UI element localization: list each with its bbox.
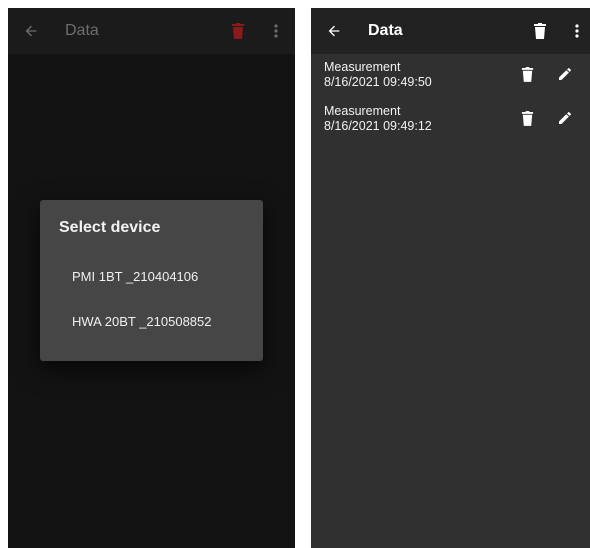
select-device-dialog: Select device PMI 1BT _210404106 HWA 20B… [40,200,263,361]
measurement-name: Measurement [324,104,401,118]
pencil-icon[interactable] [555,98,575,138]
measurement-list-item[interactable]: Measurement 8/16/2021 09:49:50 [311,54,590,100]
measurement-timestamp: 8/16/2021 09:49:12 [324,119,432,133]
device-select-screen: Data Select device PMI 1BT _210404106 HW… [8,8,295,548]
page-title: Data [65,22,99,39]
back-arrow-icon[interactable] [321,8,347,54]
data-list-screen: Data Measurement 8/16/2021 09:49:50 Meas… [311,8,590,548]
page-title: Data [368,22,403,39]
device-option[interactable]: HWA 20BT _210508852 [40,301,263,341]
app-bar: Data [311,8,590,54]
dialog-title: Select device [59,219,161,236]
more-vert-icon[interactable] [268,8,284,54]
measurement-timestamp: 8/16/2021 09:49:50 [324,75,432,89]
trash-icon[interactable] [518,98,536,138]
trash-icon[interactable] [531,8,549,54]
measurement-name: Measurement [324,60,401,74]
more-vert-icon[interactable] [569,8,585,54]
pencil-icon[interactable] [555,54,575,94]
app-bar: Data [8,8,295,54]
back-arrow-icon[interactable] [18,8,44,54]
trash-icon[interactable] [518,54,536,94]
measurement-list-item[interactable]: Measurement 8/16/2021 09:49:12 [311,98,590,144]
device-option[interactable]: PMI 1BT _210404106 [40,256,263,296]
trash-icon[interactable] [229,8,247,54]
